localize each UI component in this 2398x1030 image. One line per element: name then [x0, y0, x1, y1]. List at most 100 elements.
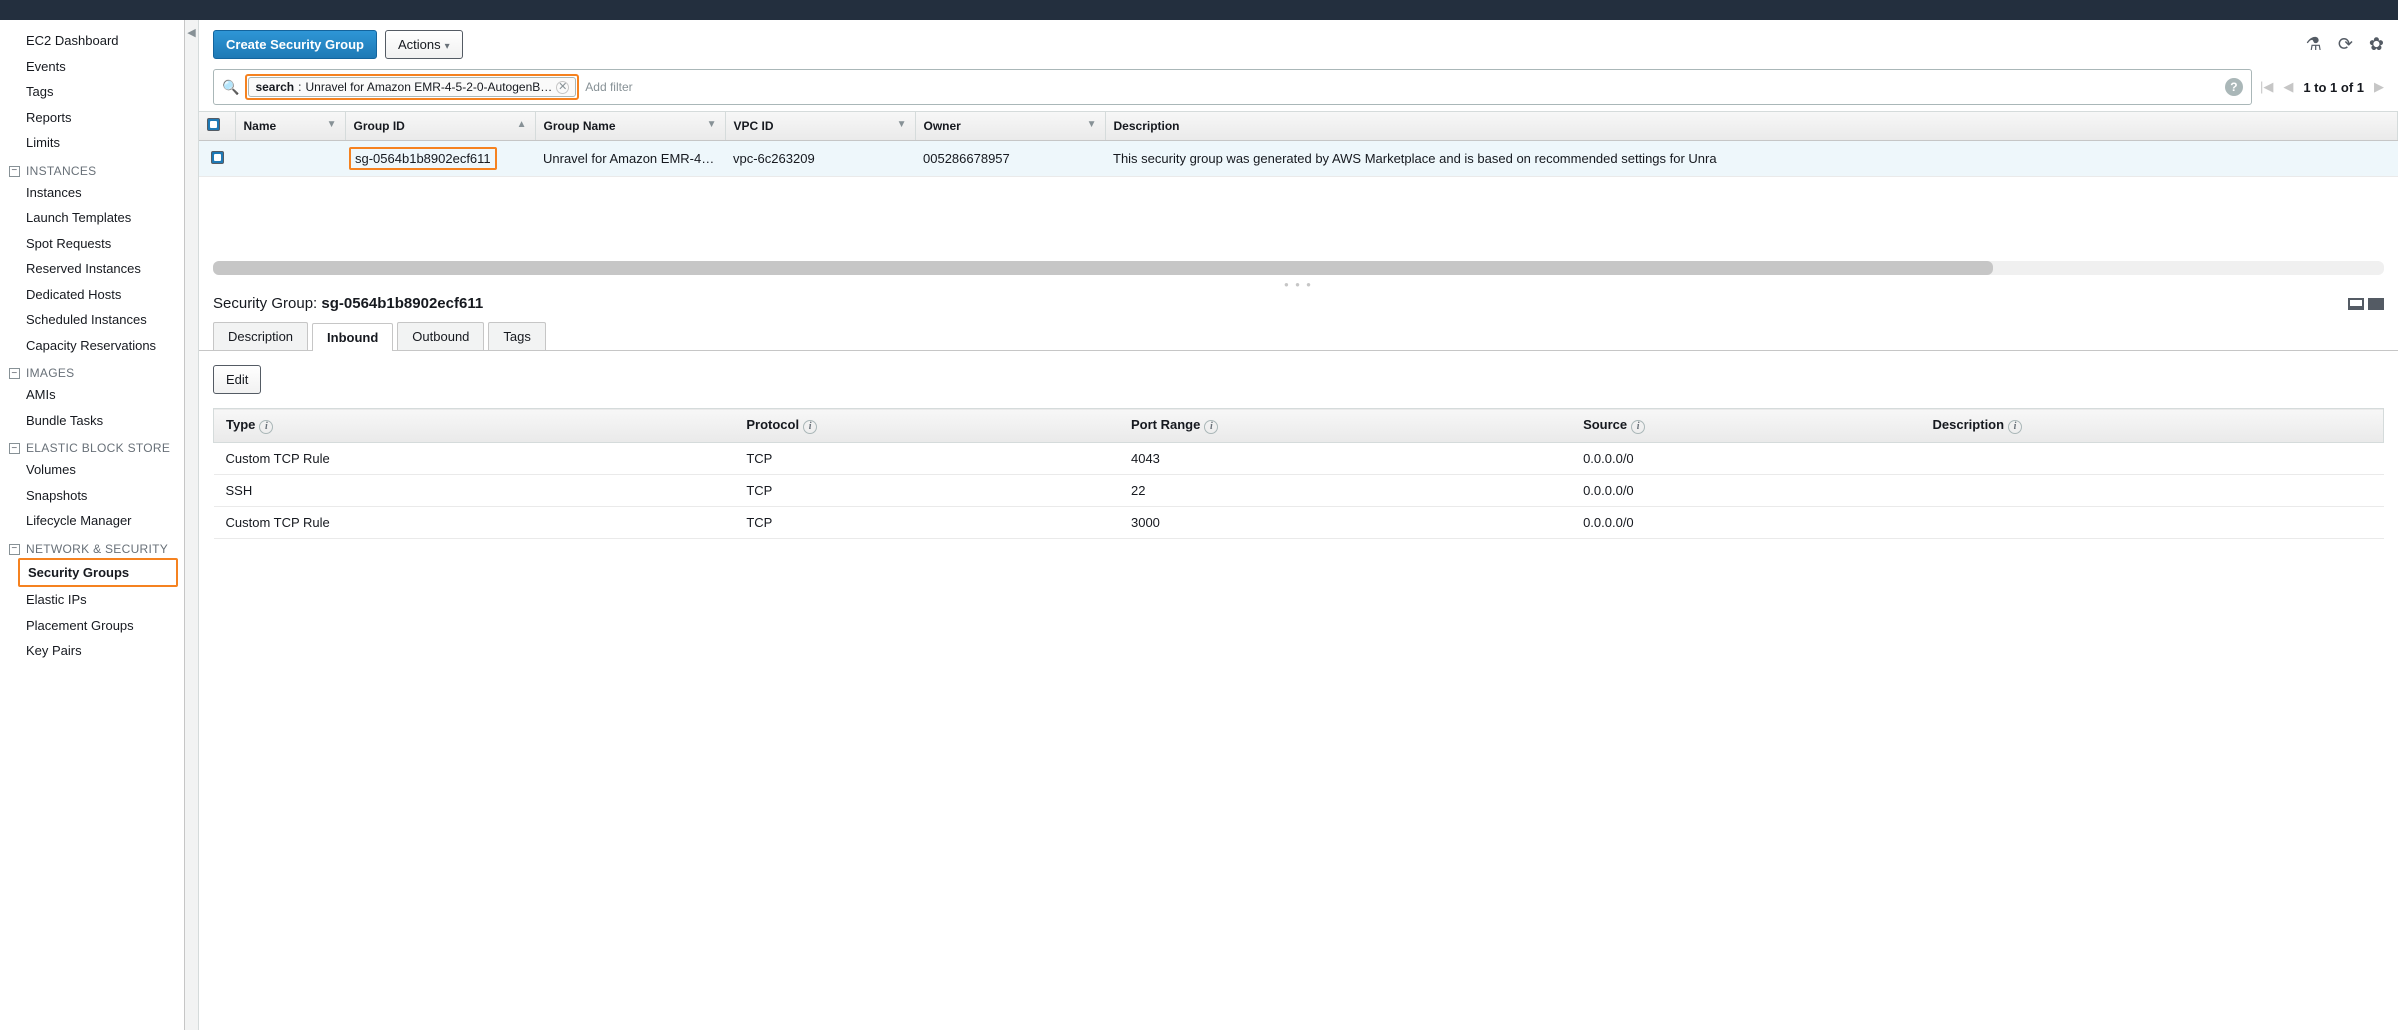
sidebar-item-reports[interactable]: Reports — [0, 105, 184, 131]
sidebar-item-volumes[interactable]: Volumes — [0, 457, 184, 483]
select-all-checkbox[interactable] — [207, 118, 220, 131]
layout-split-icon[interactable] — [2348, 298, 2364, 310]
column-name[interactable]: Name▼ — [235, 112, 345, 141]
sort-icon: ▼ — [897, 119, 907, 130]
pane-splitter[interactable]: ● ● ● — [199, 279, 2398, 289]
search-icon: 🔍 — [222, 79, 239, 96]
rule-cell-port: 22 — [1119, 474, 1571, 506]
sidebar-item-ec2-dashboard[interactable]: EC2 Dashboard — [0, 28, 184, 54]
rule-cell-desc — [1921, 474, 2384, 506]
table-row[interactable]: sg-0564b1b8902ecf611 Unravel for Amazon … — [199, 141, 2398, 177]
info-icon[interactable]: i — [1631, 420, 1645, 434]
pager-first-icon[interactable]: |◀ — [2260, 79, 2273, 95]
pager-prev-icon[interactable]: ◀ — [2283, 79, 2293, 95]
rule-cell-port: 3000 — [1119, 506, 1571, 538]
layout-full-icon[interactable] — [2368, 298, 2384, 310]
cell-group-name: Unravel for Amazon EMR-4… — [535, 141, 725, 177]
sidebar-item-placement-groups[interactable]: Placement Groups — [0, 613, 184, 639]
actions-button[interactable]: Actions▾ — [385, 30, 463, 59]
remove-filter-icon[interactable]: ✕ — [556, 81, 569, 94]
scrollbar-thumb[interactable] — [213, 261, 1993, 275]
column-owner[interactable]: Owner▼ — [915, 112, 1105, 141]
sidebar-item-launch-templates[interactable]: Launch Templates — [0, 205, 184, 231]
sort-icon: ▼ — [327, 119, 337, 130]
sidebar-item-key-pairs[interactable]: Key Pairs — [0, 638, 184, 664]
horizontal-scrollbar[interactable] — [213, 261, 2384, 275]
help-icon[interactable]: ? — [2225, 78, 2243, 96]
rule-col-source: Sourcei — [1571, 409, 1920, 443]
column-vpc-id[interactable]: VPC ID▼ — [725, 112, 915, 141]
tab-tags[interactable]: Tags — [488, 322, 545, 350]
chevron-down-icon: ▾ — [445, 41, 450, 52]
column-group-id[interactable]: Group ID▲ — [345, 112, 535, 141]
cell-name — [235, 141, 345, 177]
rule-cell-type: Custom TCP Rule — [214, 506, 735, 538]
sidebar-item-amis[interactable]: AMIs — [0, 382, 184, 408]
sidebar-item-tags[interactable]: Tags — [0, 79, 184, 105]
sidebar-item-limits[interactable]: Limits — [0, 130, 184, 156]
detail-tabs: Description Inbound Outbound Tags — [199, 322, 2398, 351]
pager: |◀ ◀ 1 to 1 of 1 ▶ — [2260, 79, 2384, 95]
rule-cell-type: SSH — [214, 474, 735, 506]
tab-outbound[interactable]: Outbound — [397, 322, 484, 350]
sidebar-item-capacity-reservations[interactable]: Capacity Reservations — [0, 333, 184, 359]
top-nav-bar — [0, 0, 2398, 20]
rule-cell-desc — [1921, 442, 2384, 474]
filter-value: Unravel for Amazon EMR-4-5-2-0-AutogenB… — [305, 80, 552, 94]
sidebar-item-dedicated-hosts[interactable]: Dedicated Hosts — [0, 282, 184, 308]
sort-asc-icon: ▲ — [517, 119, 527, 130]
search-filter-bar[interactable]: 🔍 search : Unravel for Amazon EMR-4-5-2-… — [213, 69, 2252, 105]
sidebar-collapse-handle[interactable]: ◀ — [185, 20, 199, 1030]
info-icon[interactable]: i — [2008, 420, 2022, 434]
rule-cell-source: 0.0.0.0/0 — [1571, 506, 1920, 538]
sidebar-item-elastic-ips[interactable]: Elastic IPs — [0, 587, 184, 613]
experiment-icon[interactable]: ⚗ — [2306, 34, 2322, 55]
column-group-name[interactable]: Group Name▼ — [535, 112, 725, 141]
rule-cell-port: 4043 — [1119, 442, 1571, 474]
rule-cell-protocol: TCP — [734, 474, 1119, 506]
rule-row: Custom TCP RuleTCP30000.0.0.0/0 — [214, 506, 2384, 538]
sidebar-item-bundle-tasks[interactable]: Bundle Tasks — [0, 408, 184, 434]
refresh-icon[interactable]: ⟳ — [2338, 34, 2353, 55]
info-icon[interactable]: i — [1204, 420, 1218, 434]
edit-button[interactable]: Edit — [213, 365, 261, 394]
rule-cell-source: 0.0.0.0/0 — [1571, 442, 1920, 474]
rule-cell-desc — [1921, 506, 2384, 538]
sort-icon: ▼ — [707, 119, 717, 130]
collapse-icon[interactable]: − — [9, 368, 20, 379]
column-description[interactable]: Description — [1105, 112, 2398, 141]
cell-description: This security group was generated by AWS… — [1105, 141, 2398, 177]
cell-group-id: sg-0564b1b8902ecf611 — [345, 141, 535, 177]
create-security-group-button[interactable]: Create Security Group — [213, 30, 377, 59]
sidebar-section-images[interactable]: −IMAGES — [0, 358, 184, 382]
sidebar-item-security-groups[interactable]: Security Groups — [20, 560, 176, 586]
sidebar-item-instances[interactable]: Instances — [0, 180, 184, 206]
sidebar-item-snapshots[interactable]: Snapshots — [0, 483, 184, 509]
row-checkbox[interactable] — [211, 151, 224, 164]
info-icon[interactable]: i — [803, 420, 817, 434]
info-icon[interactable]: i — [259, 420, 273, 434]
sidebar-item-reserved-instances[interactable]: Reserved Instances — [0, 256, 184, 282]
collapse-icon[interactable]: − — [9, 544, 20, 555]
tab-inbound[interactable]: Inbound — [312, 323, 393, 351]
sidebar-item-spot-requests[interactable]: Spot Requests — [0, 231, 184, 257]
sidebar-section-instances[interactable]: −INSTANCES — [0, 156, 184, 180]
rule-cell-source: 0.0.0.0/0 — [1571, 474, 1920, 506]
sidebar-section-ebs[interactable]: −ELASTIC BLOCK STORE — [0, 433, 184, 457]
filter-tag[interactable]: search : Unravel for Amazon EMR-4-5-2-0-… — [248, 77, 576, 97]
rule-row: Custom TCP RuleTCP40430.0.0.0/0 — [214, 442, 2384, 474]
sidebar-section-network-security[interactable]: −NETWORK & SECURITY — [0, 534, 184, 558]
sort-icon: ▼ — [1087, 119, 1097, 130]
rule-cell-protocol: TCP — [734, 506, 1119, 538]
add-filter-placeholder[interactable]: Add filter — [585, 80, 632, 94]
tab-description[interactable]: Description — [213, 322, 308, 350]
detail-title: Security Group: sg-0564b1b8902ecf611 — [213, 295, 483, 312]
sidebar-item-lifecycle-manager[interactable]: Lifecycle Manager — [0, 508, 184, 534]
security-groups-table: Name▼ Group ID▲ Group Name▼ VPC ID▼ Owne… — [199, 111, 2398, 177]
sidebar-item-events[interactable]: Events — [0, 54, 184, 80]
collapse-icon[interactable]: − — [9, 443, 20, 454]
sidebar-item-scheduled-instances[interactable]: Scheduled Instances — [0, 307, 184, 333]
collapse-icon[interactable]: − — [9, 166, 20, 177]
settings-gear-icon[interactable]: ✿ — [2369, 34, 2384, 55]
pager-next-icon[interactable]: ▶ — [2374, 79, 2384, 95]
